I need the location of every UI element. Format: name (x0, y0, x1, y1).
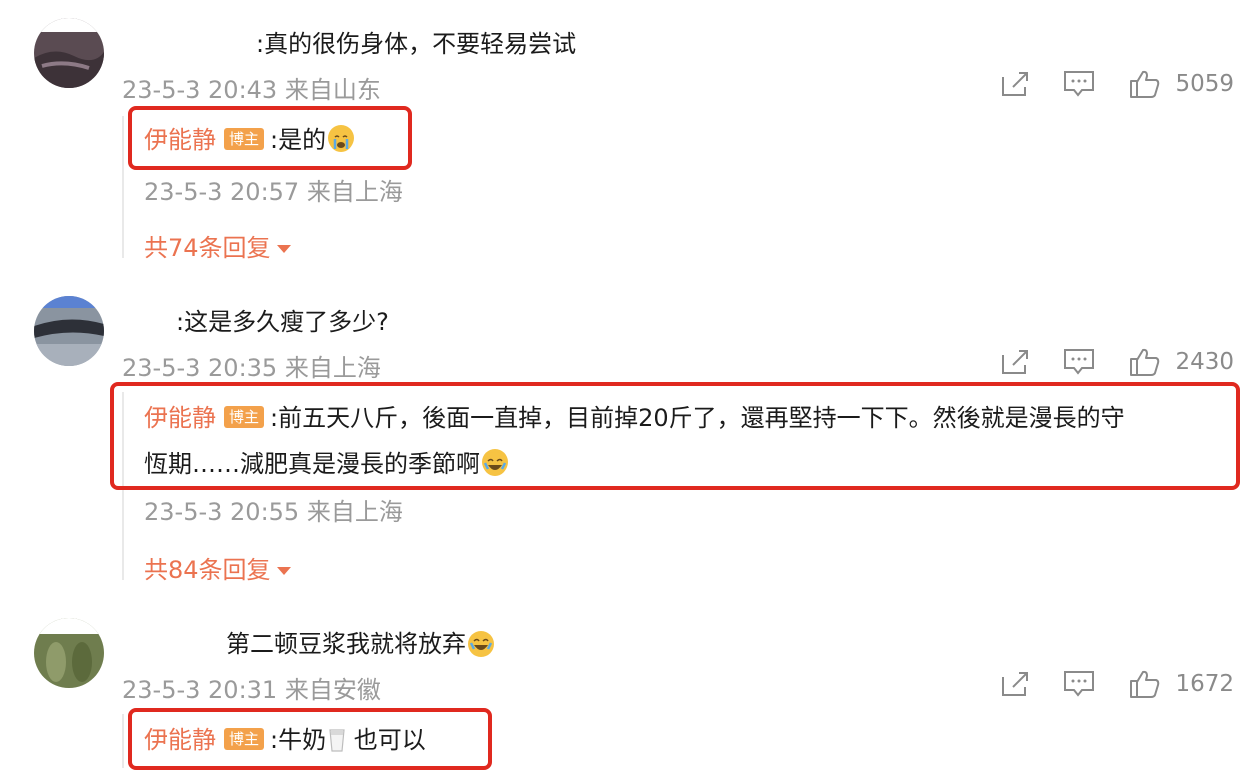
reply-location: 来自上海 (306, 178, 403, 206)
reply-location: 来自上海 (306, 498, 403, 526)
comment-time: 23-5-3 20:43 (122, 76, 278, 104)
highlight-box (128, 106, 412, 170)
like-icon[interactable] (1129, 69, 1161, 99)
comment-location: 来自山东 (284, 76, 381, 104)
comment-time: 23-5-3 20:31 (122, 676, 278, 704)
comment-meta: 23-5-3 20:35 来自上海 (122, 348, 381, 383)
like-icon[interactable] (1129, 347, 1161, 377)
like-count: 1672 (1175, 671, 1234, 697)
comment-location: 来自安徽 (284, 676, 381, 704)
comment-meta: 23-5-3 20:31 来自安徽 (122, 670, 381, 705)
comment-text: :真的很伤身体，不要轻易尝试 (256, 30, 577, 58)
comment-actions: 1672 (999, 668, 1234, 700)
chevron-down-icon (276, 245, 291, 253)
reply-thread: 伊能静 博主:是的 23-5-3 20:57 来自上海 共74条回复 (122, 116, 403, 262)
like-count: 2430 (1175, 349, 1234, 375)
comment-icon[interactable] (1063, 669, 1095, 699)
reply-meta: 23-5-3 20:55 来自上海 (144, 492, 403, 527)
comment-text: :这是多久瘦了多少? (176, 308, 389, 336)
avatar[interactable] (34, 18, 104, 88)
more-replies-link[interactable]: 共74条回复 (144, 228, 291, 263)
comment-actions: 2430 (999, 346, 1234, 378)
reply-time: 23-5-3 20:55 (144, 498, 300, 526)
comment-text: 第二顿豆浆我就将放弃 (226, 624, 494, 659)
comment-text-content: 第二顿豆浆我就将放弃 (226, 630, 466, 658)
reply-time: 23-5-3 20:57 (144, 178, 300, 206)
share-icon[interactable] (999, 347, 1031, 377)
like-icon[interactable] (1129, 669, 1161, 699)
comment-actions: 5059 (999, 68, 1234, 100)
highlight-box (110, 382, 1240, 490)
comment-location: 来自上海 (284, 354, 381, 382)
highlight-box (128, 708, 492, 770)
more-replies-label: 共74条回复 (144, 234, 271, 262)
avatar[interactable] (34, 618, 104, 688)
reply-thread: 伊能静 博主:牛奶 也可以 (122, 714, 426, 768)
share-icon[interactable] (999, 69, 1031, 99)
comment-meta: 23-5-3 20:43 来自山东 (122, 70, 381, 105)
comment-icon[interactable] (1063, 347, 1095, 377)
reply-meta: 23-5-3 20:57 来自上海 (144, 172, 403, 207)
comment-time: 23-5-3 20:35 (122, 354, 278, 382)
like-count: 5059 (1175, 71, 1234, 97)
share-icon[interactable] (999, 669, 1031, 699)
more-replies-label: 共84条回复 (144, 556, 271, 584)
avatar[interactable] (34, 296, 104, 366)
chevron-down-icon (276, 567, 291, 575)
comment-icon[interactable] (1063, 69, 1095, 99)
laughing-emoji-icon (468, 631, 494, 657)
more-replies-link[interactable]: 共84条回复 (144, 550, 291, 585)
